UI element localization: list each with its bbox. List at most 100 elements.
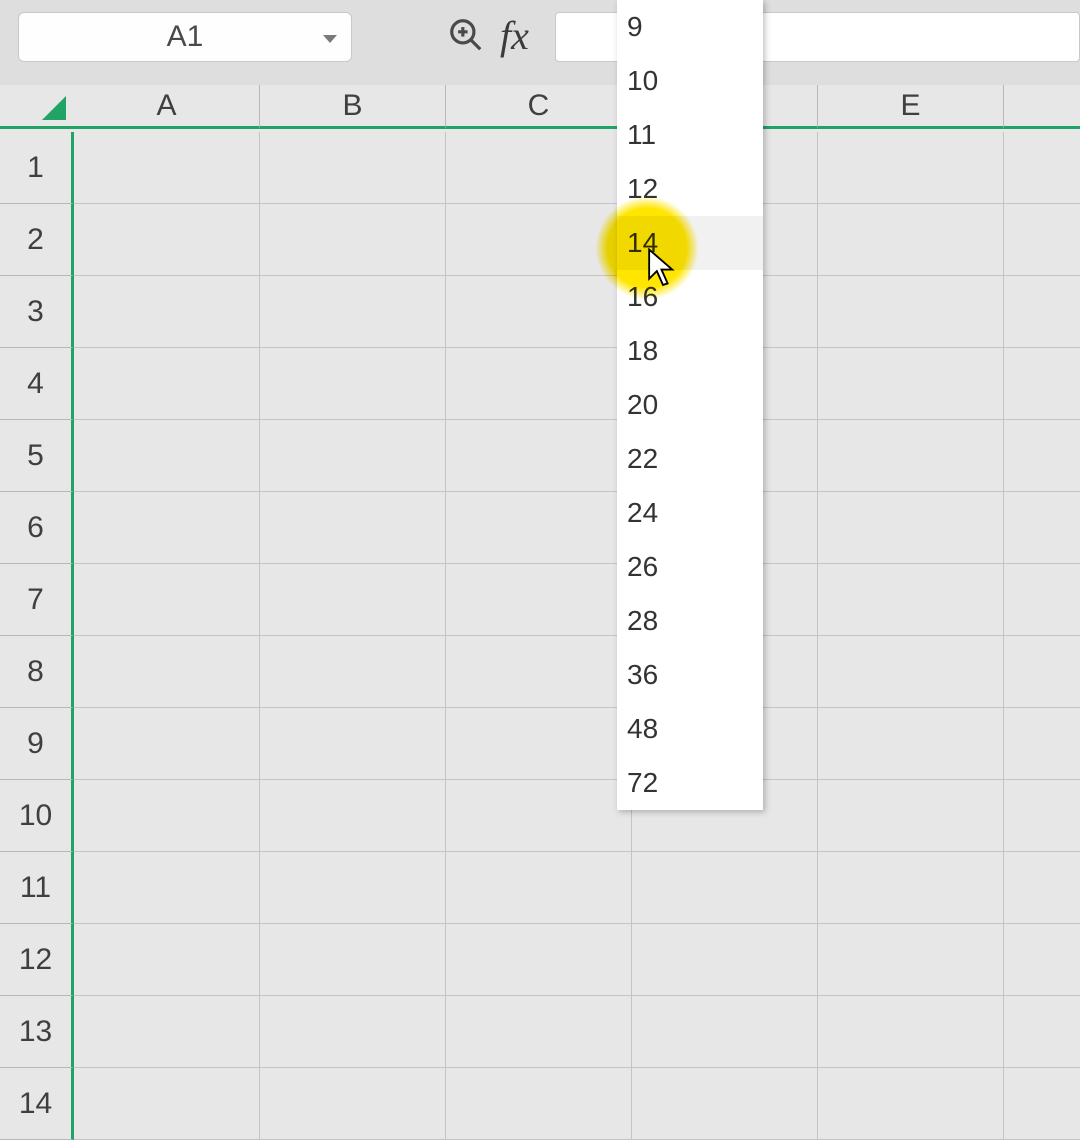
cell[interactable] xyxy=(1004,492,1080,564)
row-header[interactable]: 5 xyxy=(0,420,74,492)
font-size-option[interactable]: 26 xyxy=(617,540,763,594)
column-header[interactable]: B xyxy=(260,85,446,129)
row-header[interactable]: 1 xyxy=(0,132,74,204)
cell[interactable] xyxy=(1004,924,1080,996)
cell[interactable] xyxy=(74,492,260,564)
cell[interactable] xyxy=(1004,348,1080,420)
cell[interactable] xyxy=(446,492,632,564)
cell[interactable] xyxy=(818,492,1004,564)
cell[interactable] xyxy=(818,276,1004,348)
row-header[interactable]: 13 xyxy=(0,996,74,1068)
row-header[interactable]: 9 xyxy=(0,708,74,780)
cell[interactable] xyxy=(446,276,632,348)
cell[interactable] xyxy=(74,1068,260,1140)
font-size-option[interactable]: 14 xyxy=(617,216,763,270)
cell[interactable] xyxy=(1004,132,1080,204)
zoom-preview-icon[interactable] xyxy=(447,16,485,54)
chevron-down-icon[interactable] xyxy=(323,35,337,43)
cell[interactable] xyxy=(74,420,260,492)
cell[interactable] xyxy=(818,636,1004,708)
font-size-option[interactable]: 12 xyxy=(617,162,763,216)
cell[interactable] xyxy=(1004,996,1080,1068)
cell[interactable] xyxy=(74,708,260,780)
font-size-option[interactable]: 18 xyxy=(617,324,763,378)
font-size-option[interactable]: 22 xyxy=(617,432,763,486)
column-header[interactable]: E xyxy=(818,85,1004,129)
cell[interactable] xyxy=(818,420,1004,492)
cell[interactable] xyxy=(260,564,446,636)
cell[interactable] xyxy=(1004,852,1080,924)
cell[interactable] xyxy=(260,420,446,492)
cell[interactable] xyxy=(260,924,446,996)
cell[interactable] xyxy=(260,708,446,780)
row-header[interactable]: 4 xyxy=(0,348,74,420)
cell[interactable] xyxy=(260,132,446,204)
cell[interactable] xyxy=(818,1068,1004,1140)
font-size-option[interactable]: 11 xyxy=(617,108,763,162)
fx-label[interactable]: fx xyxy=(500,12,529,59)
cell[interactable] xyxy=(446,708,632,780)
cell[interactable] xyxy=(260,348,446,420)
row-header[interactable]: 11 xyxy=(0,852,74,924)
spreadsheet-grid[interactable]: ABCDEF1234567891011121314 xyxy=(0,85,1080,1080)
column-header[interactable]: C xyxy=(446,85,632,129)
row-header[interactable]: 14 xyxy=(0,1068,74,1140)
cell[interactable] xyxy=(818,564,1004,636)
font-size-option[interactable]: 20 xyxy=(617,378,763,432)
cell[interactable] xyxy=(1004,204,1080,276)
row-header[interactable]: 12 xyxy=(0,924,74,996)
cell[interactable] xyxy=(632,996,818,1068)
row-header[interactable]: 8 xyxy=(0,636,74,708)
cell[interactable] xyxy=(446,1068,632,1140)
cell[interactable] xyxy=(818,132,1004,204)
cell[interactable] xyxy=(74,348,260,420)
font-size-option[interactable]: 10 xyxy=(617,54,763,108)
cell[interactable] xyxy=(446,420,632,492)
row-header[interactable]: 7 xyxy=(0,564,74,636)
cell[interactable] xyxy=(1004,1068,1080,1140)
cell[interactable] xyxy=(818,348,1004,420)
cell[interactable] xyxy=(632,852,818,924)
cell[interactable] xyxy=(1004,780,1080,852)
row-header[interactable]: 6 xyxy=(0,492,74,564)
cell[interactable] xyxy=(74,852,260,924)
cell[interactable] xyxy=(446,924,632,996)
font-size-option[interactable]: 9 xyxy=(617,0,763,54)
cell[interactable] xyxy=(74,996,260,1068)
cell[interactable] xyxy=(632,924,818,996)
cell[interactable] xyxy=(1004,276,1080,348)
cell[interactable] xyxy=(260,1068,446,1140)
cell[interactable] xyxy=(446,132,632,204)
column-header[interactable]: A xyxy=(74,85,260,129)
cell[interactable] xyxy=(260,996,446,1068)
cell[interactable] xyxy=(1004,420,1080,492)
cell[interactable] xyxy=(446,204,632,276)
font-size-option[interactable]: 48 xyxy=(617,702,763,756)
cell[interactable] xyxy=(74,132,260,204)
font-size-option[interactable]: 36 xyxy=(617,648,763,702)
cell[interactable] xyxy=(74,204,260,276)
font-size-option[interactable]: 28 xyxy=(617,594,763,648)
cell[interactable] xyxy=(818,780,1004,852)
cell[interactable] xyxy=(446,564,632,636)
cell[interactable] xyxy=(74,564,260,636)
row-header[interactable]: 3 xyxy=(0,276,74,348)
cell[interactable] xyxy=(818,852,1004,924)
cell[interactable] xyxy=(818,708,1004,780)
font-size-option[interactable]: 72 xyxy=(617,756,763,810)
cell[interactable] xyxy=(632,1068,818,1140)
cell[interactable] xyxy=(74,636,260,708)
row-header[interactable]: 10 xyxy=(0,780,74,852)
row-header[interactable]: 2 xyxy=(0,204,74,276)
font-size-option[interactable]: 24 xyxy=(617,486,763,540)
cell[interactable] xyxy=(260,780,446,852)
cell[interactable] xyxy=(260,852,446,924)
cell[interactable] xyxy=(74,780,260,852)
font-size-option[interactable]: 16 xyxy=(617,270,763,324)
cell[interactable] xyxy=(446,636,632,708)
cell[interactable] xyxy=(446,996,632,1068)
cell[interactable] xyxy=(260,204,446,276)
cell[interactable] xyxy=(260,276,446,348)
name-box[interactable]: A1 xyxy=(18,12,352,62)
cell[interactable] xyxy=(446,852,632,924)
